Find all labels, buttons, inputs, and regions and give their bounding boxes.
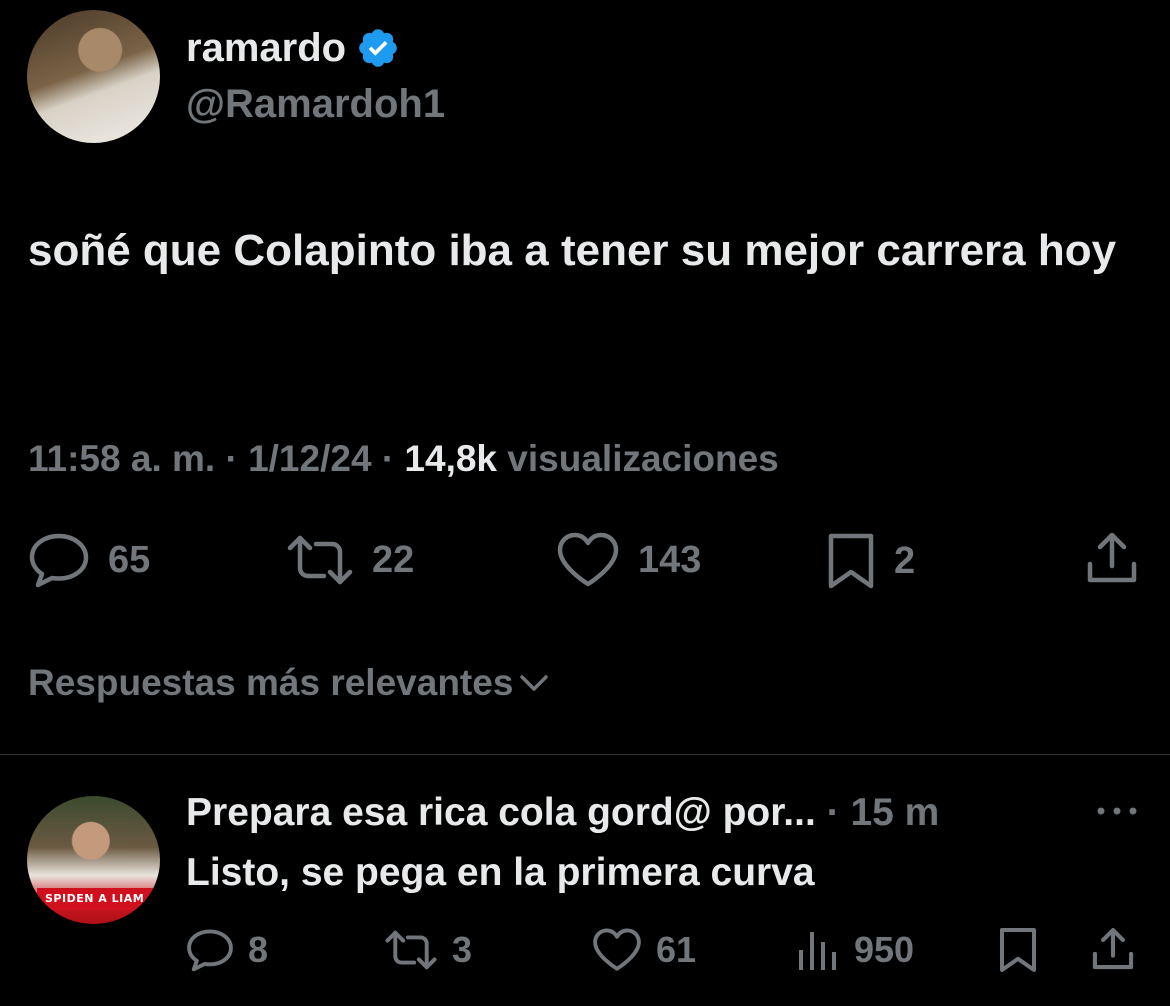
reply-time[interactable]: · 15 m — [827, 791, 940, 834]
reply-author-avatar[interactable]: SPIDEN A LIAM — [27, 796, 160, 924]
like-count: 143 — [638, 538, 702, 581]
retweet-count: 22 — [372, 538, 415, 581]
avatar-banner-text: SPIDEN A LIAM — [37, 888, 160, 910]
retweet-icon — [384, 928, 438, 972]
views-count: 14,8k — [404, 438, 498, 479]
reply-retweet-button[interactable]: 3 — [384, 928, 472, 972]
like-icon — [592, 928, 642, 972]
reply-count: 65 — [108, 538, 151, 581]
meta-separator: · — [381, 438, 395, 479]
tweet-time[interactable]: 11:58 a. m. — [28, 438, 215, 479]
share-icon — [1090, 926, 1136, 972]
reply-views-button[interactable]: 950 — [796, 928, 914, 972]
chevron-down-icon — [519, 673, 549, 693]
more-horizontal-icon — [1094, 802, 1140, 820]
share-button[interactable] — [1084, 530, 1140, 586]
bookmark-button[interactable]: 2 — [826, 532, 915, 590]
retweet-button[interactable]: 22 — [286, 532, 414, 588]
like-icon — [556, 532, 620, 588]
views-label: visualizaciones — [507, 438, 779, 479]
author-handle[interactable]: @Ramardoh1 — [186, 80, 445, 128]
share-icon — [1084, 530, 1140, 586]
replies-sort-dropdown[interactable]: Respuestas más relevantes — [28, 660, 549, 706]
reply-header[interactable]: Prepara esa rica cola gord@ por... · 15 … — [186, 790, 939, 836]
section-divider — [0, 754, 1170, 755]
like-button[interactable]: 143 — [556, 532, 701, 588]
verified-badge-icon — [356, 26, 400, 70]
replies-sort-label: Respuestas más relevantes — [28, 662, 514, 703]
bookmark-icon — [826, 532, 876, 590]
tweet-text: soñé que Colapinto iba a tener su mejor … — [28, 226, 1117, 275]
reply-share-button[interactable] — [1090, 926, 1136, 972]
reply-like-count: 61 — [656, 929, 697, 970]
reply-icon — [28, 532, 90, 588]
retweet-icon — [286, 532, 354, 588]
bookmark-icon — [998, 926, 1038, 974]
bookmark-count: 2 — [894, 539, 916, 582]
analytics-icon — [796, 928, 840, 972]
reply-author-name[interactable]: Prepara esa rica cola gord@ por... — [186, 791, 816, 834]
reply-reply-count: 8 — [248, 929, 269, 970]
more-options-button[interactable] — [1094, 802, 1140, 820]
author-display-name[interactable]: ramardo — [186, 24, 346, 72]
reply-bookmark-button[interactable] — [998, 926, 1038, 974]
reply-button[interactable]: 65 — [28, 532, 150, 588]
reply-retweet-count: 3 — [452, 929, 473, 970]
tweet-date[interactable]: 1/12/24 — [248, 438, 371, 479]
reply-text: Listo, se pega en la primera curva — [186, 851, 815, 894]
author-avatar[interactable] — [27, 10, 160, 143]
reply-like-button[interactable]: 61 — [592, 928, 696, 972]
meta-separator: · — [225, 438, 238, 479]
reply-views-count: 950 — [854, 929, 915, 970]
reply-icon — [186, 928, 234, 972]
author-name-row[interactable]: ramardo — [186, 24, 400, 72]
tweet-meta: 11:58 a. m. · 1/12/24 · 14,8k visualizac… — [28, 436, 779, 482]
reply-reply-button[interactable]: 8 — [186, 928, 268, 972]
